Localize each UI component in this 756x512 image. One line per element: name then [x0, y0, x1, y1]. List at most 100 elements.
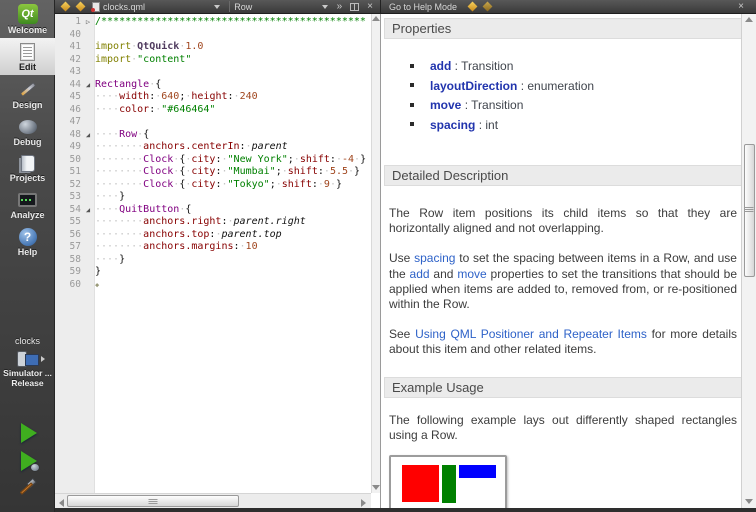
target-name-label: Simulator ...	[0, 368, 55, 378]
fold-marker-icon[interactable]: ▷	[81, 16, 95, 29]
mode-button-projects[interactable]: Projects	[0, 150, 55, 186]
mode-label: Design	[0, 100, 55, 110]
line-number: 55	[55, 216, 81, 229]
editor-horizontal-scrollbar[interactable]	[55, 493, 371, 508]
line-number: 52	[55, 179, 81, 192]
code-line: 50········Clock·{·city:·"New York";·shif…	[55, 154, 371, 167]
code-line: 41import·QtQuick·1.0	[55, 41, 371, 54]
window-bottom-edge	[55, 508, 756, 512]
example-intro-text: The following example lays out different…	[389, 413, 737, 443]
code-text: Rectangle·{	[95, 79, 161, 90]
mode-button-debug[interactable]: Debug	[0, 113, 55, 150]
mode-button-welcome[interactable]: QtWelcome	[0, 0, 55, 38]
target-selector-button[interactable]: Simulator ... Release	[0, 350, 55, 388]
mode-button-analyze[interactable]: Analyze	[0, 186, 55, 223]
doc-link[interactable]: Using QML Positioner and Repeater Items	[415, 327, 647, 341]
red-rectangle	[402, 465, 439, 502]
forward-arrow-icon[interactable]	[76, 2, 86, 12]
code-text: ◆	[95, 279, 99, 290]
horizontal-scroll-thumb[interactable]	[67, 495, 239, 507]
code-editor[interactable]: 1▷/*************************************…	[55, 14, 371, 493]
doc-link[interactable]: add	[410, 267, 430, 281]
section-header-properties: Properties	[384, 18, 742, 39]
mode-button-design[interactable]: Design	[0, 75, 55, 113]
line-number: 41	[55, 41, 81, 54]
code-text: ····}	[95, 254, 125, 265]
code-line: 57········anchors.margins:·10	[55, 241, 371, 254]
fold-marker-icon[interactable]: ◢	[81, 129, 95, 142]
help-back-arrow-icon[interactable]	[468, 2, 478, 12]
fold-marker-icon[interactable]: ◢	[81, 79, 95, 92]
fold-marker-icon[interactable]: ◢	[81, 204, 95, 217]
editor-vertical-scrollbar[interactable]	[371, 14, 380, 493]
debug-run-button[interactable]	[15, 450, 41, 472]
green-rectangle	[442, 465, 456, 503]
help-scroll-thumb[interactable]	[744, 144, 755, 277]
code-text: import·"content"	[95, 54, 191, 65]
build-button[interactable]	[15, 478, 41, 500]
scroll-up-icon[interactable]	[372, 14, 380, 24]
project-zone: clocks Simulator ... Release	[0, 336, 55, 388]
help-scroll-up-icon[interactable]	[742, 15, 756, 25]
bullet-icon	[410, 83, 414, 87]
property-link[interactable]: add	[430, 59, 451, 73]
section-header-detailed-description: Detailed Description	[384, 165, 742, 186]
scroll-down-icon[interactable]	[372, 483, 380, 493]
bullet-icon	[410, 103, 414, 107]
row-example-image	[389, 455, 507, 508]
help-forward-arrow-icon[interactable]	[483, 2, 493, 12]
help-pane-toolbar: Go to Help Mode ×	[380, 0, 756, 14]
symbol-dropdown-caret-icon[interactable]	[322, 5, 328, 9]
mode-button-help[interactable]: ?Help	[0, 223, 55, 260]
scroll-left-icon[interactable]	[56, 497, 66, 507]
run-button[interactable]	[15, 422, 41, 444]
property-link[interactable]: layoutDirection	[430, 79, 517, 93]
line-number: 44	[55, 79, 81, 92]
mode-button-edit[interactable]: Edit	[0, 38, 55, 75]
code-line: 49········anchors.centerIn:·parent	[55, 141, 371, 154]
mode-list: QtWelcomeEditDesignDebugProjectsAnalyze?…	[0, 0, 54, 260]
help-vertical-scrollbar[interactable]	[741, 14, 756, 508]
code-line: 43	[55, 66, 371, 79]
code-line: 58····}	[55, 254, 371, 267]
code-line: 56········anchors.top:·parent.top	[55, 229, 371, 242]
code-text: ········anchors.right:·parent.right	[95, 216, 306, 227]
bullet-icon	[410, 122, 414, 126]
close-help-pane-button[interactable]: ×	[734, 0, 748, 13]
code-text: ········anchors.centerIn:·parent	[95, 141, 288, 152]
line-number: 40	[55, 29, 81, 42]
property-link[interactable]: spacing	[430, 118, 475, 132]
line-number: 53	[55, 191, 81, 204]
run-actions	[0, 416, 55, 506]
line-number: 60	[55, 279, 81, 292]
project-name-label: clocks	[0, 336, 55, 346]
line-number: 50	[55, 154, 81, 167]
back-arrow-icon[interactable]	[61, 2, 71, 12]
property-type: : int	[475, 118, 498, 132]
description-paragraph: See Using QML Positioner and Repeater It…	[389, 327, 737, 357]
help-scroll-down-icon[interactable]	[742, 497, 756, 507]
description-paragraph: Use spacing to set the spacing between i…	[389, 251, 737, 312]
qt-logo-icon: Qt	[18, 4, 38, 24]
close-document-button[interactable]: ×	[363, 0, 377, 13]
code-line: 60 ◆	[55, 279, 371, 292]
code-line: 47	[55, 116, 371, 129]
scroll-right-icon[interactable]	[358, 497, 368, 507]
line-number: 47	[55, 116, 81, 129]
symbol-dropdown[interactable]: Row	[234, 2, 252, 12]
code-line: 53····}	[55, 191, 371, 204]
split-editor-icon[interactable]	[350, 3, 359, 11]
doc-link[interactable]: spacing	[414, 251, 455, 265]
property-link[interactable]: move	[430, 98, 461, 112]
help-mode-button[interactable]: Go to Help Mode	[389, 2, 457, 12]
doc-link[interactable]: move	[457, 267, 486, 281]
open-file-dropdown[interactable]: clocks.qml	[103, 2, 145, 12]
mode-label: Welcome	[0, 25, 55, 35]
code-text: ····color:·"#646464"	[95, 104, 215, 115]
line-number: 54	[55, 204, 81, 217]
line-number: 48	[55, 129, 81, 142]
file-dropdown-caret-icon[interactable]	[214, 5, 220, 9]
mode-sidebar: QtWelcomeEditDesignDebugProjectsAnalyze?…	[0, 0, 55, 512]
symbol-name: Row	[234, 2, 252, 12]
toolbar-overflow-button[interactable]: »	[333, 0, 347, 13]
